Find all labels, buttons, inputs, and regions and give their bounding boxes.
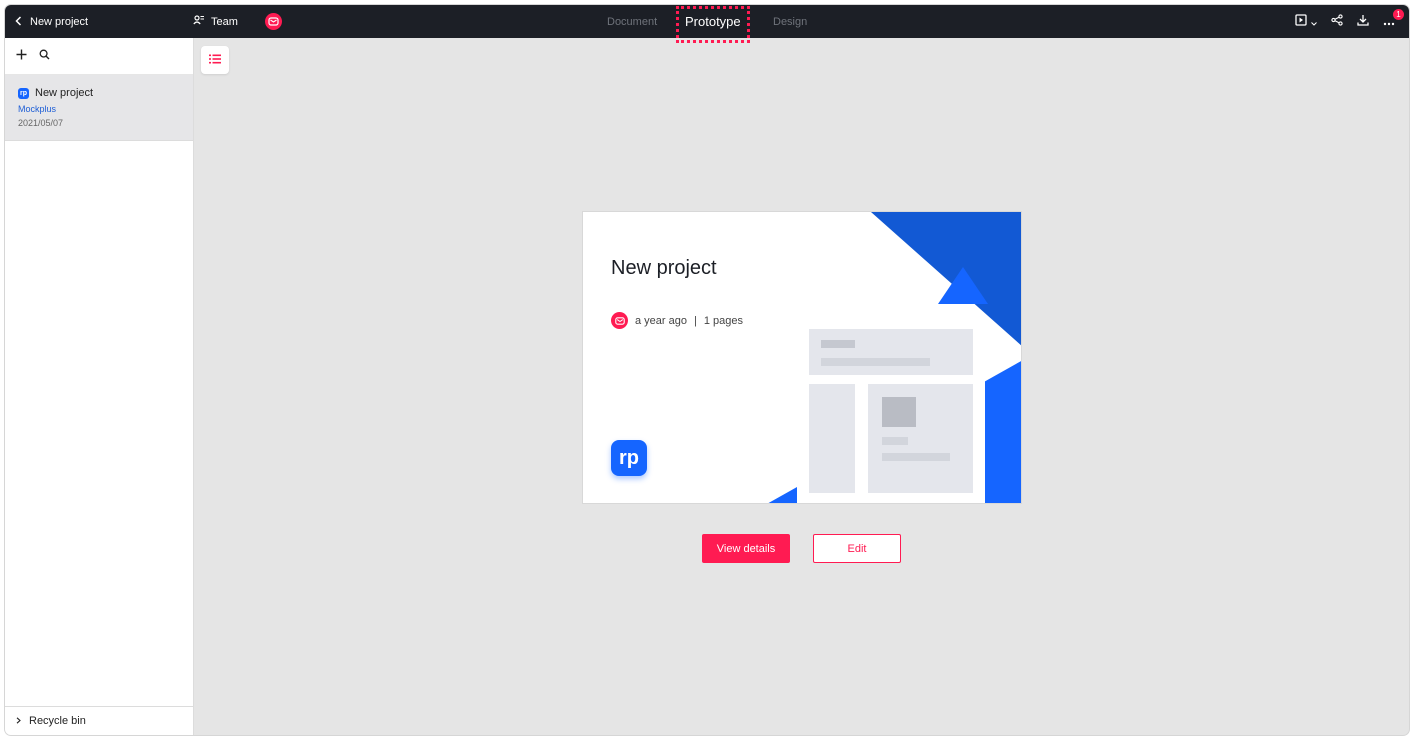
view-details-button[interactable]: View details [702, 534, 790, 563]
search-icon [39, 49, 50, 60]
notification-badge: 1 [1393, 9, 1404, 20]
owner-avatar-icon [611, 312, 628, 329]
tab-document[interactable]: Document [607, 5, 657, 38]
card-project-title: New project [611, 257, 717, 279]
edit-button[interactable]: Edit [813, 534, 901, 563]
recycle-bin-item[interactable]: Recycle bin [5, 706, 193, 735]
mode-tabs: Document Prototype Design [5, 5, 1409, 38]
sidebar-project-date: 2021/05/07 [18, 118, 64, 128]
tab-prototype[interactable]: Prototype [685, 5, 741, 38]
card-meta: a year ago | 1 pages [611, 312, 743, 329]
top-bar: New project Team Document Prototype Desi… [5, 5, 1409, 43]
rp-project-icon: rp [18, 87, 29, 99]
sidebar-toolbar [5, 38, 193, 75]
project-sidebar: rp New project Mockplus 2021/05/07 Recyc… [5, 38, 194, 735]
add-project-button[interactable] [16, 47, 27, 65]
project-cover-illustration [768, 212, 1021, 503]
chevron-down-icon [1311, 13, 1317, 31]
recycle-bin-label: Recycle bin [29, 715, 86, 727]
preview-button[interactable] [1295, 13, 1317, 31]
download-button[interactable] [1357, 13, 1369, 31]
sidebar-project-item[interactable]: rp New project Mockplus 2021/05/07 [5, 75, 193, 141]
rp-logo-icon: rp [611, 440, 647, 476]
share-icon [1331, 13, 1343, 31]
tab-design[interactable]: Design [773, 5, 807, 38]
project-card: New project a year ago | 1 pages rp [582, 211, 1022, 504]
card-page-count: 1 pages [703, 314, 743, 327]
search-button[interactable] [39, 47, 50, 65]
list-view-toggle[interactable] [201, 46, 229, 74]
chevron-right-icon [16, 715, 21, 727]
play-icon [1295, 13, 1307, 31]
app-window: New project Team Document Prototype Desi… [5, 5, 1409, 735]
meta-separator: | [693, 314, 697, 327]
sidebar-project-team: Mockplus [18, 104, 57, 114]
plus-icon [16, 49, 27, 60]
download-icon [1357, 13, 1369, 31]
sidebar-project-name: New project [35, 87, 94, 99]
card-updated-time: a year ago [635, 314, 687, 327]
share-button[interactable] [1331, 13, 1343, 31]
list-icon [209, 51, 221, 69]
toolbar-right [1295, 5, 1399, 38]
